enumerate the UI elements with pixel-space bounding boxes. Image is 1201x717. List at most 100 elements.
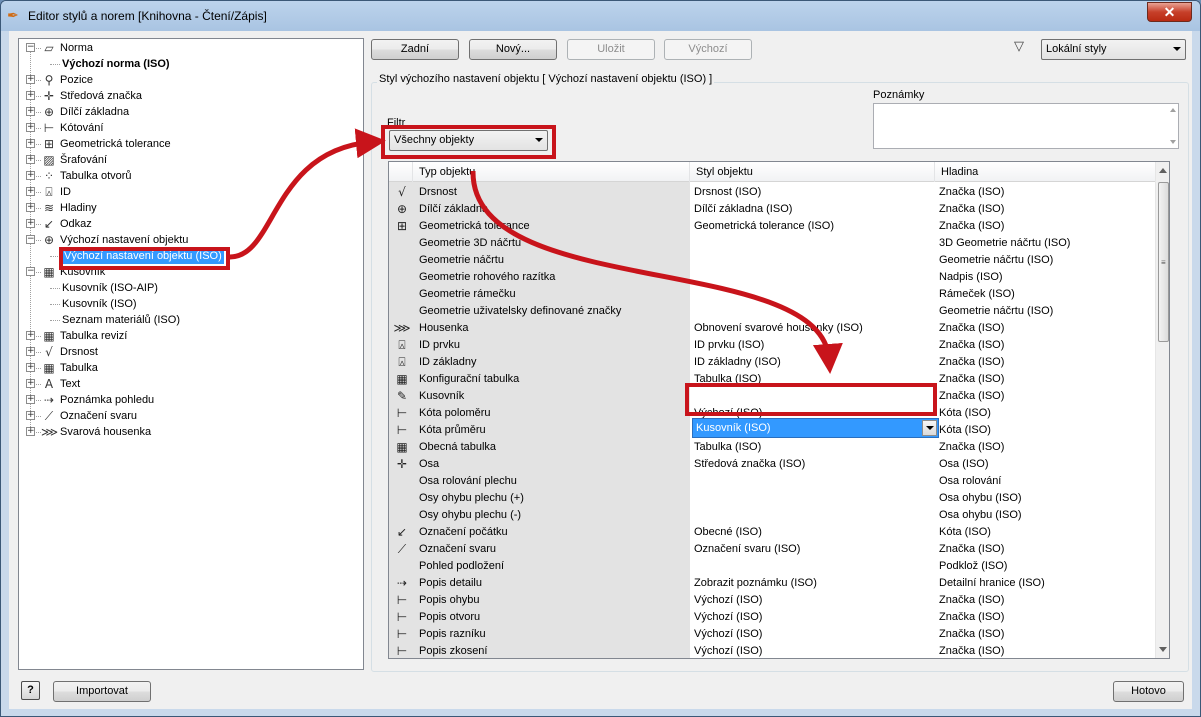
scroll-up-icon[interactable] xyxy=(1170,108,1176,112)
layer-cell[interactable]: Osa rolování xyxy=(939,473,1001,490)
expand-icon[interactable]: + xyxy=(26,155,35,164)
tree-item[interactable]: Kusovník (ISO) xyxy=(19,296,363,312)
expand-icon[interactable]: + xyxy=(26,91,35,100)
grid-scrollbar[interactable]: ≡ xyxy=(1155,162,1169,658)
object-style-cell[interactable]: Označení svaru (ISO) xyxy=(694,541,800,558)
table-row[interactable]: ⍓ ID základny ID základny (ISO) Značka (ISO… xyxy=(389,354,1155,371)
tree-item[interactable]: + ⊕ Dílčí základna xyxy=(19,104,363,120)
back-button[interactable]: Zadní xyxy=(371,39,459,60)
table-row[interactable]: Geometrie rámečku Rámeček (ISO) xyxy=(389,286,1155,303)
layer-cell[interactable]: Značka (ISO) xyxy=(939,218,1004,235)
layer-cell[interactable]: Značka (ISO) xyxy=(939,643,1004,658)
table-row[interactable]: Osa rolování plechu Osa rolování xyxy=(389,473,1155,490)
tree-item[interactable]: + ⋙ Svarová housenka xyxy=(19,424,363,440)
object-style-cell[interactable]: Obecné (ISO) xyxy=(694,524,762,541)
tree-item[interactable]: + ⁘ Tabulka otvorů xyxy=(19,168,363,184)
tree-item[interactable]: + √ Drsnost xyxy=(19,344,363,360)
filter-icon[interactable]: ▽ xyxy=(1014,40,1028,54)
scroll-up-icon[interactable] xyxy=(1159,168,1167,173)
tree-item[interactable]: + ✛ Středová značka xyxy=(19,88,363,104)
object-style-cell[interactable]: Výchozí (ISO) xyxy=(694,592,762,609)
styles-scope-select[interactable]: Lokální styly xyxy=(1041,39,1186,60)
import-button[interactable]: Importovat xyxy=(53,681,151,702)
tree-item[interactable]: + ⇢ Poznámka pohledu xyxy=(19,392,363,408)
tree-item[interactable]: + ↙ Odkaz xyxy=(19,216,363,232)
table-row[interactable]: Osy ohybu plechu (+) Osa ohybu (ISO) xyxy=(389,490,1155,507)
chevron-down-icon[interactable] xyxy=(922,420,937,436)
tree-item[interactable]: + A Text xyxy=(19,376,363,392)
layer-cell[interactable]: Značka (ISO) xyxy=(939,592,1004,609)
expand-icon[interactable]: + xyxy=(26,331,35,340)
layer-cell[interactable]: Značka (ISO) xyxy=(939,337,1004,354)
scroll-thumb[interactable]: ≡ xyxy=(1158,182,1169,342)
tree-item[interactable]: Seznam materiálů (ISO) xyxy=(19,312,363,328)
tree-item[interactable]: + ⍓ ID xyxy=(19,184,363,200)
table-row[interactable]: ⊢ Popis razníku Výchozí (ISO) Značka (ISO) xyxy=(389,626,1155,643)
tree-item[interactable]: + ▨ Šrafování xyxy=(19,152,363,168)
expand-icon[interactable]: + xyxy=(26,75,35,84)
expand-icon[interactable]: + xyxy=(26,123,35,132)
layer-cell[interactable]: Kóta (ISO) xyxy=(939,405,991,422)
scroll-down-icon[interactable] xyxy=(1170,140,1176,144)
layer-cell[interactable]: Značka (ISO) xyxy=(939,371,1004,388)
layer-cell[interactable]: Osa ohybu (ISO) xyxy=(939,507,1022,524)
expand-icon[interactable]: + xyxy=(26,363,35,372)
tree-item[interactable]: Kusovník (ISO-AIP) xyxy=(19,280,363,296)
table-row[interactable]: Geometrie 3D náčrtu 3D Geometrie náčrtu (… xyxy=(389,235,1155,252)
layer-cell[interactable]: Geometrie náčrtu (ISO) xyxy=(939,303,1053,320)
object-style-cell[interactable]: Středová značka (ISO) xyxy=(694,456,805,473)
layer-cell[interactable]: Nadpis (ISO) xyxy=(939,269,1003,286)
layer-cell[interactable]: Značka (ISO) xyxy=(939,184,1004,201)
tree-item[interactable]: + ⟋ Označení svaru xyxy=(19,408,363,424)
layer-cell[interactable]: 3D Geometrie náčrtu (ISO) xyxy=(939,235,1070,252)
expand-icon[interactable]: + xyxy=(26,219,35,228)
object-style-cell[interactable]: ID prvku (ISO) xyxy=(694,337,764,354)
table-row[interactable]: Geometrie náčrtu Geometrie náčrtu (ISO) xyxy=(389,252,1155,269)
object-style-cell[interactable]: Obnovení svarové housenky (ISO) xyxy=(694,320,863,337)
layer-cell[interactable]: Osa ohybu (ISO) xyxy=(939,490,1022,507)
table-row[interactable]: ⇢ Popis detailu Zobrazit poznámku (ISO) Det… xyxy=(389,575,1155,592)
object-style-cell[interactable]: Výchozí (ISO) xyxy=(694,626,762,643)
header-object-style[interactable]: Styl objektu xyxy=(690,162,935,182)
expand-icon[interactable]: + xyxy=(26,379,35,388)
layer-cell[interactable]: Podklož (ISO) xyxy=(939,558,1007,575)
table-row[interactable]: ✛ Osa Středová značka (ISO) Osa (ISO) xyxy=(389,456,1155,473)
expand-icon[interactable]: + xyxy=(26,107,35,116)
expand-icon[interactable]: + xyxy=(26,427,35,436)
layer-cell[interactable]: Rámeček (ISO) xyxy=(939,286,1015,303)
object-style-cell[interactable]: Výchozí (ISO) xyxy=(694,643,762,658)
layer-cell[interactable]: Značka (ISO) xyxy=(939,609,1004,626)
table-row[interactable]: ⊞ Geometrická tolerance Geometrická tolera… xyxy=(389,218,1155,235)
table-row[interactable]: Pohled podložení Podklož (ISO) xyxy=(389,558,1155,575)
layer-cell[interactable]: Kóta (ISO) xyxy=(939,524,991,541)
tree-item[interactable]: + ▦ Tabulka revizí xyxy=(19,328,363,344)
expand-icon[interactable]: + xyxy=(26,395,35,404)
tree-item[interactable]: Výchozí norma (ISO) xyxy=(19,56,363,72)
help-button[interactable]: ? xyxy=(21,681,40,700)
style-tree[interactable]: − ▱ Norma Výchozí norma (ISO) + ⚲ Pozice + ✛ Stře… xyxy=(18,38,364,670)
layer-cell[interactable]: Kóta (ISO) xyxy=(939,422,991,439)
tree-item[interactable]: + ▦ Tabulka xyxy=(19,360,363,376)
table-row[interactable]: ⊢ Popis otvoru Výchozí (ISO) Značka (ISO) xyxy=(389,609,1155,626)
expand-icon[interactable]: + xyxy=(26,411,35,420)
layer-cell[interactable]: Značka (ISO) xyxy=(939,388,1004,405)
layer-cell[interactable]: Značka (ISO) xyxy=(939,320,1004,337)
object-style-cell[interactable]: Dílčí základna (ISO) xyxy=(694,201,792,218)
tree-item[interactable]: − ▱ Norma xyxy=(19,40,363,56)
save-button[interactable]: Uložit xyxy=(567,39,655,60)
layer-cell[interactable]: Detailní hranice (ISO) xyxy=(939,575,1045,592)
expand-icon[interactable]: + xyxy=(26,139,35,148)
tree-item[interactable]: + ⊢ Kótování xyxy=(19,120,363,136)
notes-field[interactable] xyxy=(873,103,1179,149)
done-button[interactable]: Hotovo xyxy=(1113,681,1184,702)
layer-cell[interactable]: Geometrie náčrtu (ISO) xyxy=(939,252,1053,269)
layer-cell[interactable]: Značka (ISO) xyxy=(939,541,1004,558)
collapse-icon[interactable]: − xyxy=(26,235,35,244)
layer-cell[interactable]: Značka (ISO) xyxy=(939,201,1004,218)
table-row[interactable]: ⟋ Označení svaru Označení svaru (ISO) Značk… xyxy=(389,541,1155,558)
expand-icon[interactable]: + xyxy=(26,203,35,212)
collapse-icon[interactable]: − xyxy=(26,43,35,52)
object-style-cell[interactable]: Drsnost (ISO) xyxy=(694,184,761,201)
layer-cell[interactable]: Značka (ISO) xyxy=(939,439,1004,456)
new-button[interactable]: Nový... xyxy=(469,39,557,60)
